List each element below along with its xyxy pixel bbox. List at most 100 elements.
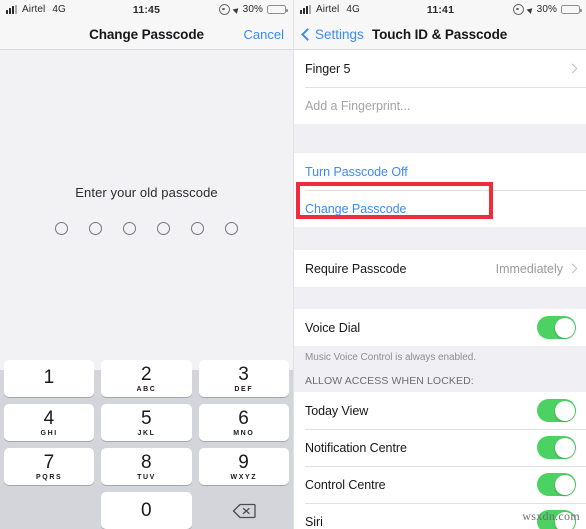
notification-centre-toggle[interactable] bbox=[537, 436, 576, 459]
keypad-key-letters: JKL bbox=[137, 429, 156, 437]
left-status-bar: Airtel 4G 11:45 30% bbox=[0, 0, 293, 19]
keypad-key-number: 0 bbox=[140, 500, 153, 521]
keypad-key-2[interactable]: 2 ABC bbox=[101, 360, 192, 397]
passcode-dot bbox=[89, 222, 102, 235]
row-label: Require Passcode bbox=[305, 261, 407, 276]
keypad-key-6[interactable]: 6 MNO bbox=[198, 404, 289, 441]
row-label: Finger 5 bbox=[305, 61, 351, 76]
passcode-dot bbox=[157, 222, 170, 235]
keypad-key-number: 6 bbox=[238, 407, 250, 429]
row-label: Notification Centre bbox=[305, 440, 407, 455]
keypad-key-number: 3 bbox=[238, 363, 250, 385]
keypad-row: 0 bbox=[4, 492, 289, 529]
passcode-dot bbox=[55, 222, 68, 235]
row-add-fingerprint[interactable]: Add a Fingerprint... bbox=[294, 87, 586, 124]
keypad-key-number: 8 bbox=[140, 451, 153, 473]
numeric-keypad[interactable]: 1 2 ABC 3 DEF 4 GHI 5 JKL 6 MNO 7 PQRS 8… bbox=[0, 358, 293, 529]
settings-list: Finger 5 Add a Fingerprint... Turn Passc… bbox=[294, 50, 586, 529]
keypad-key-number: 4 bbox=[43, 407, 55, 429]
row-label: Today View bbox=[305, 403, 369, 418]
keypad-key-letters: GHI bbox=[40, 429, 58, 437]
status-bar-right-group: 30% bbox=[218, 4, 288, 15]
battery-icon bbox=[561, 5, 582, 14]
keypad-key-4[interactable]: 4 GHI bbox=[4, 404, 95, 441]
location-arrow-icon bbox=[232, 5, 241, 14]
row-label: Control Centre bbox=[305, 477, 386, 492]
row-today-view[interactable]: Today View bbox=[294, 392, 586, 429]
keypad-key-0[interactable]: 0 bbox=[101, 492, 192, 529]
status-bar-right-group: 30% bbox=[512, 4, 582, 15]
voice-dial-footnote: Music Voice Control is always enabled. bbox=[294, 346, 586, 363]
backspace-delete-icon bbox=[232, 503, 256, 519]
keypad-key-number: 7 bbox=[43, 451, 55, 473]
location-arrow-icon bbox=[526, 5, 535, 14]
keypad-row: 1 2 ABC 3 DEF bbox=[4, 360, 289, 397]
back-button-label: Settings bbox=[315, 26, 364, 42]
voice-dial-group: Voice Dial bbox=[294, 309, 586, 346]
battery-icon bbox=[267, 5, 288, 14]
chevron-right-icon bbox=[567, 63, 578, 74]
right-phone-screen: Airtel 4G 11:41 30% Settings Touch ID & … bbox=[293, 0, 586, 529]
chevron-right-icon bbox=[567, 263, 578, 274]
fingerprint-group: Finger 5 Add a Fingerprint... bbox=[294, 50, 586, 124]
row-control-centre[interactable]: Control Centre bbox=[294, 466, 586, 503]
page-title: Touch ID & Passcode bbox=[372, 26, 508, 42]
row-label: Turn Passcode Off bbox=[305, 164, 408, 179]
passcode-dots bbox=[55, 222, 238, 235]
keypad-key-letters: MNO bbox=[233, 429, 255, 437]
keypad-key-8[interactable]: 8 TUV bbox=[101, 448, 192, 485]
voice-dial-toggle[interactable] bbox=[537, 316, 576, 339]
passcode-dot bbox=[123, 222, 136, 235]
keypad-key-letters: WXYZ bbox=[230, 473, 258, 481]
battery-percent-label: 30% bbox=[242, 4, 263, 15]
keypad-key-1[interactable]: 1 bbox=[4, 360, 95, 397]
right-nav-bar: Settings Touch ID & Passcode bbox=[294, 19, 586, 50]
row-label: Add a Fingerprint... bbox=[305, 98, 411, 113]
today-view-toggle[interactable] bbox=[537, 399, 576, 422]
passcode-dot bbox=[191, 222, 204, 235]
keypad-key-3[interactable]: 3 DEF bbox=[198, 360, 289, 397]
row-notification-centre[interactable]: Notification Centre bbox=[294, 429, 586, 466]
left-nav-bar: Change Passcode Cancel bbox=[0, 19, 293, 50]
keypad-key-letters: DEF bbox=[234, 385, 254, 393]
keypad-row: 4 GHI 5 JKL 6 MNO bbox=[4, 404, 289, 441]
keypad-key-number: 5 bbox=[140, 407, 153, 429]
passcode-entry-area: Enter your old passcode bbox=[0, 50, 293, 370]
chevron-left-icon bbox=[301, 27, 314, 41]
watermark: wsxdn.com bbox=[522, 509, 580, 523]
keypad-spacer bbox=[4, 492, 94, 529]
cancel-button[interactable]: Cancel bbox=[244, 27, 284, 42]
passcode-group: Turn Passcode Off Change Passcode bbox=[294, 153, 586, 227]
passcode-prompt: Enter your old passcode bbox=[75, 185, 218, 200]
keypad-key-5[interactable]: 5 JKL bbox=[101, 404, 192, 441]
row-voice-dial[interactable]: Voice Dial bbox=[294, 309, 586, 346]
row-finger-5[interactable]: Finger 5 bbox=[294, 50, 586, 87]
row-change-passcode[interactable]: Change Passcode bbox=[294, 190, 586, 227]
passcode-dot bbox=[225, 222, 238, 235]
keypad-key-letters: ABC bbox=[136, 385, 157, 393]
row-label: Change Passcode bbox=[305, 201, 407, 216]
keypad-row: 7 PQRS 8 TUV 9 WXYZ bbox=[4, 448, 289, 485]
row-turn-passcode-off[interactable]: Turn Passcode Off bbox=[294, 153, 586, 190]
battery-percent-label: 30% bbox=[536, 4, 557, 15]
back-to-settings-button[interactable]: Settings bbox=[301, 26, 364, 42]
row-value: Immediately bbox=[495, 261, 563, 276]
row-require-passcode[interactable]: Require Passcode Immediately bbox=[294, 250, 586, 287]
keypad-key-7[interactable]: 7 PQRS bbox=[4, 448, 95, 485]
keypad-key-9[interactable]: 9 WXYZ bbox=[198, 448, 289, 485]
keypad-key-letters: TUV bbox=[137, 473, 156, 481]
section-gap bbox=[294, 227, 586, 250]
keypad-key-number: 1 bbox=[43, 367, 55, 388]
section-gap bbox=[294, 287, 586, 309]
alarm-clock-icon bbox=[218, 4, 230, 15]
allow-access-header: ALLOW ACCESS WHEN LOCKED: bbox=[294, 363, 586, 392]
require-passcode-group: Require Passcode Immediately bbox=[294, 250, 586, 287]
section-gap bbox=[294, 124, 586, 153]
row-label: Voice Dial bbox=[305, 320, 361, 335]
control-centre-toggle[interactable] bbox=[537, 473, 576, 496]
alarm-clock-icon bbox=[512, 4, 524, 15]
keypad-key-letters: PQRS bbox=[36, 473, 63, 481]
keypad-delete-button[interactable] bbox=[199, 492, 289, 529]
keypad-key-number: 9 bbox=[238, 451, 250, 473]
left-phone-screen: Airtel 4G 11:45 30% Change Passcode Canc… bbox=[0, 0, 293, 529]
